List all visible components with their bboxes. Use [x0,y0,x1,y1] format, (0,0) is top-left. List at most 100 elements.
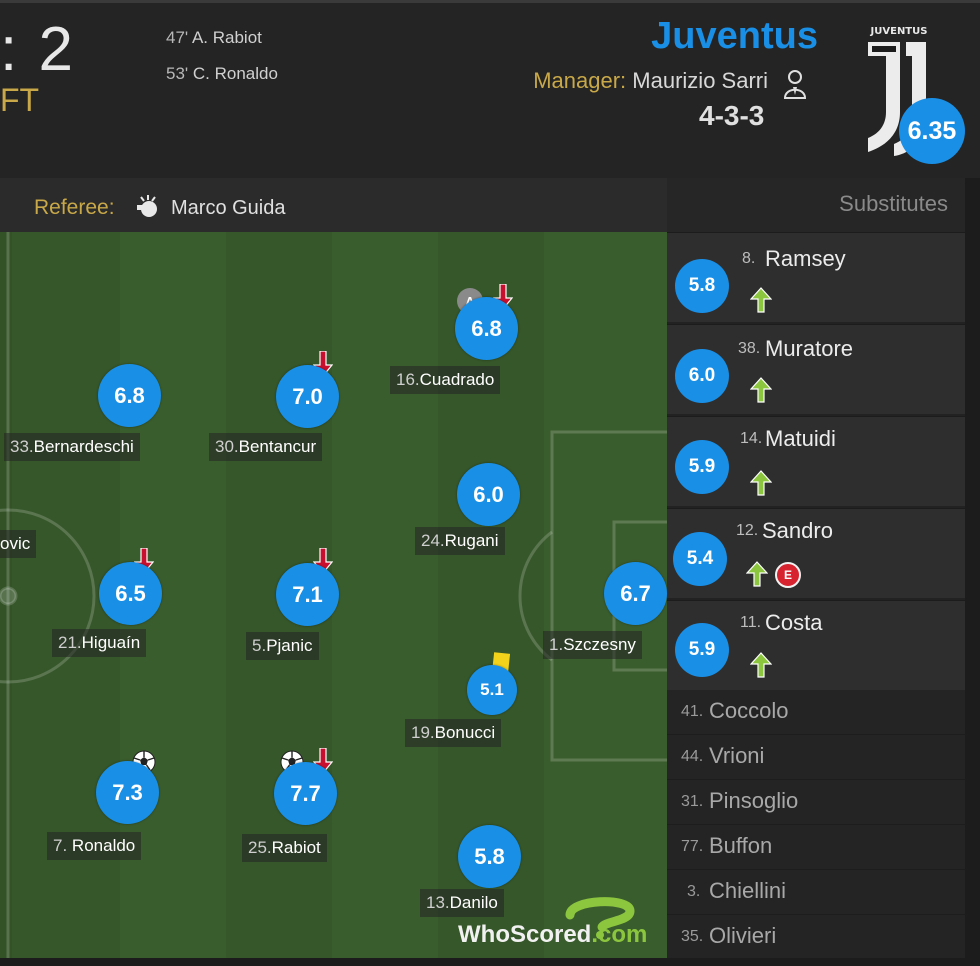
sub-rating: 5.9 [675,440,729,494]
player-label-pjanic[interactable]: 5.Pjanic [246,632,319,660]
substituted-on-arrow-icon [750,287,772,313]
watermark-domain: .com [591,921,648,948]
panel-edge [965,178,980,966]
manager-label: Manager: [533,68,627,93]
referee-name: Marco Guida [171,197,286,219]
player-label-higuain[interactable]: 21.Higuaín [52,629,147,657]
player-label-rabiot[interactable]: 25.Rabiot [242,834,327,862]
goal-minute: 47' [166,28,189,47]
player-number: 13. [426,893,450,912]
player-name: Rabiot [271,838,321,857]
player-name: ovic [0,534,31,553]
player-number: 5. [252,636,267,655]
sub-number: 14. [740,430,763,447]
player-number: 33. [10,437,34,456]
player-rating-rugani[interactable]: 6.0 [457,463,520,526]
sub-name[interactable]: Ramsey [765,246,846,272]
player-name: Szczesny [563,635,636,654]
bench-number: 35. [681,928,704,945]
whoscored-watermark: WhoScored.com [458,921,647,949]
team-rating-badge: 6.35 [899,98,965,164]
bench-name: Pinsoglio [709,788,799,813]
bench-row[interactable]: 3. Chiellini [667,870,965,915]
player-number: 21. [58,633,82,652]
sub-rating: 5.4 [673,532,727,586]
bench-name: Vrioni [709,743,765,768]
player-name: Cuadrado [419,370,495,389]
substituted-on-arrow-icon [750,377,772,403]
bench-row[interactable]: 35. Olivieri [667,915,965,960]
player-number: 25. [248,838,272,857]
bench-number: 41. [681,703,704,720]
player-name: Rugani [444,531,499,550]
player-rating-cuadrado[interactable]: 6.8 [455,297,518,360]
team-formation: 4-3-3 [699,100,765,131]
sub-number: 11. [740,614,762,631]
sub-rating: 6.0 [675,349,729,403]
player-rating-pjanic[interactable]: 7.1 [276,563,339,626]
player-rating-rabiot[interactable]: 7.7 [274,762,337,825]
player-label-bonucci[interactable]: 19.Bonucci [405,719,502,747]
whistle-icon [137,195,157,217]
player-label-danilo[interactable]: 13.Danilo [420,889,504,917]
player-rating-higuain[interactable]: 6.5 [99,562,162,625]
bench-name: Olivieri [709,923,777,948]
sub-name[interactable]: Sandro [762,518,833,544]
player-number: 16. [396,370,420,389]
player-label-rugani[interactable]: 24.Rugani [415,527,505,555]
player-rating-bonucci[interactable]: 5.1 [467,665,517,715]
match-status: FT [0,82,40,118]
sub-name[interactable]: Muratore [765,336,853,362]
player-number: 7. [53,836,68,855]
player-label-ronaldo[interactable]: 7. Ronaldo [47,832,142,860]
match-score: : 2 [0,15,75,84]
player-label-bernardeschi[interactable]: 33.Bernardeschi [4,433,140,461]
player-name: Bentancur [238,437,317,456]
referee-label: Referee: [34,196,115,219]
match-header [0,0,980,178]
player-number: 19. [411,723,435,742]
player-name: Danilo [449,893,498,912]
player-rating-bentancur[interactable]: 7.0 [276,365,339,428]
bench-row[interactable]: 41. Coccolo [667,690,965,735]
player-rating-ronaldo[interactable]: 7.3 [96,761,159,824]
opponent-player-name-partial[interactable]: ovic [0,530,37,558]
player-number: 1. [549,635,564,654]
player-rating-bernardeschi[interactable]: 6.8 [98,364,161,427]
goal-scorer[interactable]: A. Rabiot [192,28,262,47]
player-rating-szczesny[interactable]: 6.7 [604,562,667,625]
sub-name[interactable]: Costa [765,610,822,636]
player-rating-danilo[interactable]: 5.8 [458,825,521,888]
goal-scorer[interactable]: C. Ronaldo [193,64,278,83]
bench-number: 44. [681,748,704,765]
player-number: 30. [215,437,239,456]
player-label-cuadrado[interactable]: 16.Cuadrado [390,366,501,394]
player-name: Ronaldo [71,836,136,855]
watermark-brand: WhoScored [458,921,592,948]
manager-line: Manager: Maurizio Sarri [533,68,768,94]
goal-event: 53' C. Ronaldo [166,64,278,84]
sub-number: 38. [738,340,761,357]
sub-number: 12. [736,522,759,539]
team-name[interactable]: Juventus [651,15,818,58]
bench-number: 31. [681,793,704,810]
substituted-on-arrow-icon [746,561,768,587]
sub-number: 8. [742,250,756,267]
player-name: Higuaín [81,633,141,652]
player-label-bentancur[interactable]: 30.Bentancur [209,433,323,461]
player-name: Bernardeschi [33,437,134,456]
manager-name: Maurizio Sarri [632,68,768,93]
substitutes-title: Substitutes [839,191,948,216]
bench-row[interactable]: 44. Vrioni [667,735,965,780]
substituted-on-arrow-icon [750,470,772,496]
player-label-szczesny[interactable]: 1.Szczesny [543,631,642,659]
sub-name[interactable]: Matuidi [765,426,836,452]
bench-row[interactable]: 77. Buffon [667,825,965,870]
player-name: Bonucci [434,723,496,742]
bench-row[interactable]: 31. Pinsoglio [667,780,965,825]
bench-number: 3. [687,883,701,900]
error-event-icon: E [775,562,801,588]
player-number: 24. [421,531,445,550]
bench-name: Coccolo [709,698,789,723]
crest-lettering: JUVENTUS [870,26,928,37]
